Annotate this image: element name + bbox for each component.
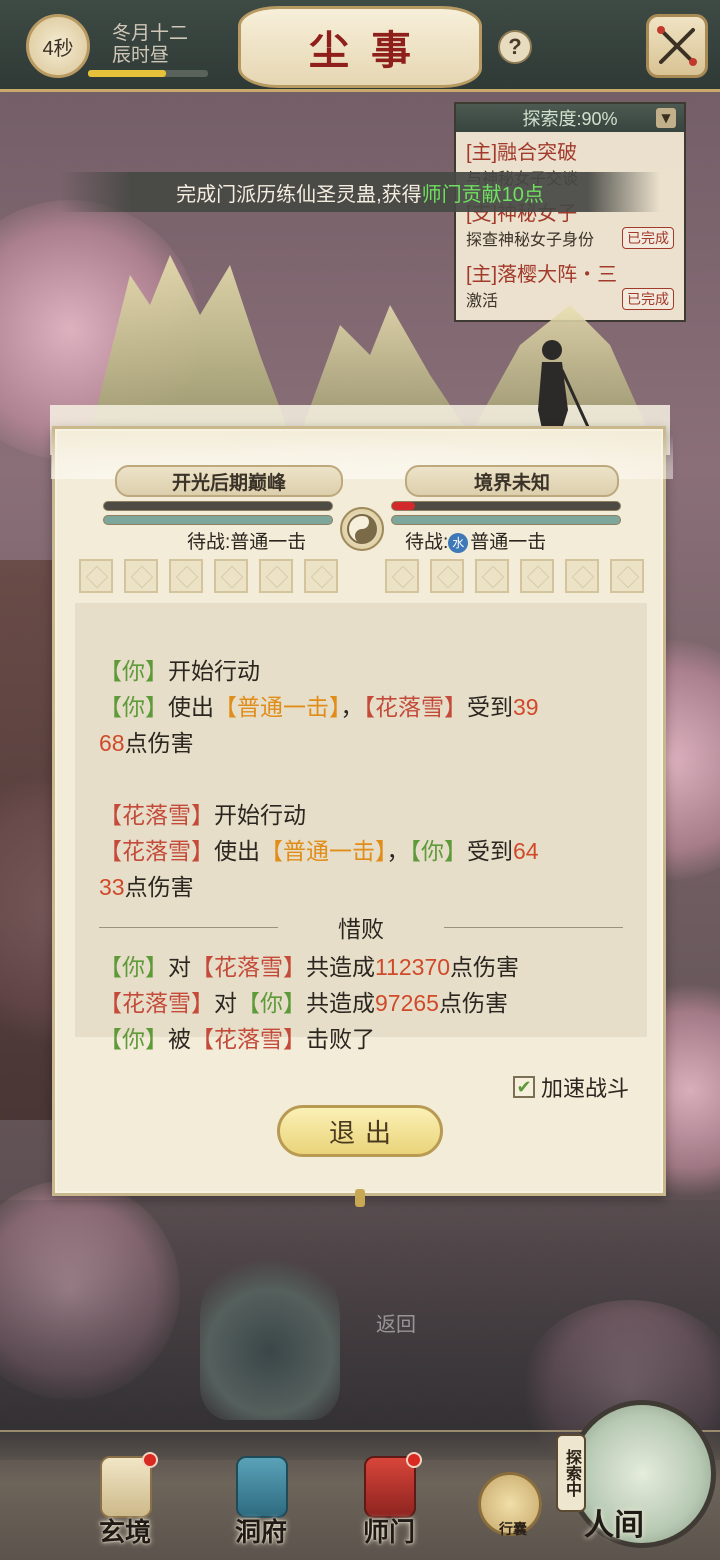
player-buff-slot [259, 559, 293, 593]
page-title: 尘事 [309, 27, 433, 74]
enemy-buff-slot [475, 559, 509, 593]
enemy-status-prefix: 待战: [405, 532, 449, 553]
return-hint: 返回 [376, 1314, 416, 1336]
log-line: 【花落雪】开始行动 [99, 802, 306, 828]
enemy-buff-slot [385, 559, 419, 593]
exit-button[interactable]: 退出 [277, 1105, 443, 1157]
enemy-status-skill: 普通一击 [470, 532, 547, 553]
speed-label: 加速战斗 [541, 1076, 630, 1101]
help-button[interactable]: ? [498, 30, 532, 64]
explore-progress: 探索度:90% [522, 109, 618, 129]
nav-label: 玄境 [98, 1518, 151, 1548]
enemy-buff-slot [430, 559, 464, 593]
summary-line: 【花落雪】对【你】共造成97265点伤害 [99, 990, 508, 1016]
close-icon [657, 26, 697, 66]
top-bar: 4秒 冬月十二 辰时昼 尘事 ? [0, 0, 720, 92]
nav-label: 洞府 [234, 1518, 287, 1548]
notice-highlight: 师门贡献10点 [421, 183, 544, 206]
notice-text: 完成门派历练仙圣灵蛊,获得 [176, 183, 422, 206]
nav-item-shimen[interactable]: 师门 [334, 1452, 444, 1560]
enemy-buff-slot [565, 559, 599, 593]
enemy-status: 待战: 水普通一击 [405, 527, 546, 554]
player-hp-bar [103, 501, 333, 511]
yinyang-icon [340, 507, 384, 551]
scroll-pin [355, 1189, 365, 1207]
battle-dialog: 开光后期巅峰 境界未知 待战:普通一击 待战: 水普通一击 【你】开始行动 【你】… [51, 419, 673, 1207]
bag-button[interactable]: 行囊 [478, 1472, 542, 1537]
log-line: 【你】开始行动 [99, 658, 260, 684]
summary-line: 【你】被【花落雪】击败了 [99, 1026, 375, 1052]
battle-log: 【你】开始行动 【你】使出【普通一击】，【花落雪】受到39 68点伤害 【花落雪】… [75, 603, 647, 1052]
result-divider: 惜败 [99, 905, 623, 949]
notification-dot [406, 1452, 422, 1468]
log-line: 【你】使出【普通一击】，【花落雪】受到39 68点伤害 [99, 694, 539, 756]
reward-notice: 完成门派历练仙圣灵蛊,获得 师门贡献10点 [60, 172, 660, 212]
summary-line: 【你】对【花落雪】共造成112370点伤害 [99, 954, 520, 980]
close-button[interactable] [646, 14, 708, 78]
nav-item-dongfu[interactable]: 洞府 [206, 1452, 316, 1560]
title-plaque: 尘事 [238, 6, 482, 88]
quest-panel-header: 探索度:90% ▼ [456, 104, 684, 132]
notification-dot [142, 1452, 158, 1468]
time-progress-bar [88, 70, 208, 77]
player-mp-bar [103, 515, 333, 525]
result-title: 惜败 [338, 916, 384, 942]
exploring-tag: 探索中 [556, 1434, 586, 1512]
player-buff-slot [79, 559, 113, 593]
enemy-hp-bar [391, 501, 621, 511]
water-element-icon: 水 [448, 532, 469, 553]
enemy-hp-fill [392, 502, 415, 510]
player-buff-slot [304, 559, 338, 593]
player-buff-slot [169, 559, 203, 593]
player-realm: 开光后期巅峰 [115, 465, 343, 497]
human-world-label: 人间 [584, 1508, 644, 1543]
speed-checkbox[interactable]: ✔ [513, 1076, 535, 1098]
pavilion-icon [236, 1456, 288, 1518]
enemy-mp-bar [391, 515, 621, 525]
player-buff-slot [124, 559, 158, 593]
turn-timer: 4秒 [26, 14, 90, 78]
enemy-realm: 境界未知 [405, 465, 619, 497]
enemy-buff-slot [520, 559, 554, 593]
speed-toggle[interactable]: ✔ 加速战斗 [513, 1071, 629, 1103]
bag-label: 行囊 [499, 1521, 527, 1537]
log-line: 【花落雪】使出【普通一击】，【你】受到64 33点伤害 [99, 838, 539, 900]
chevron-down-icon[interactable]: ▼ [656, 108, 676, 128]
player-buff-slot [214, 559, 248, 593]
enemy-buff-slot [610, 559, 644, 593]
time-progress-fill [88, 70, 166, 77]
time-of-day-text: 辰时昼 [112, 45, 170, 66]
player-status: 待战:普通一击 [187, 532, 307, 553]
quest-title: [主]融合突破 [466, 142, 578, 164]
nav-label: 师门 [362, 1518, 415, 1548]
bonsai-tree [200, 1250, 340, 1420]
building-roof [0, 560, 60, 1120]
nav-item-xuanjing[interactable]: 玄境 [70, 1452, 180, 1560]
